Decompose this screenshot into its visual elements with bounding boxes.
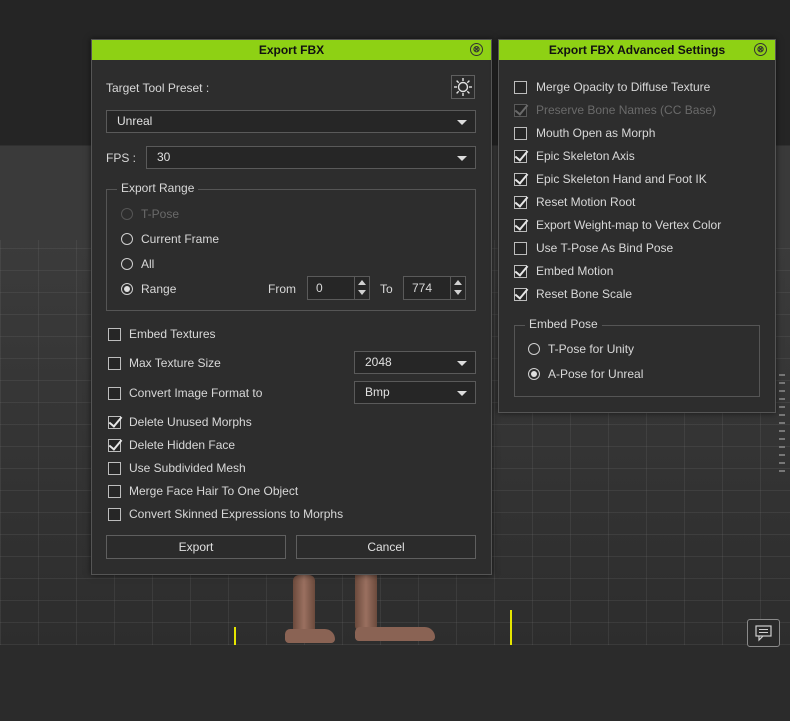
chevron-down-icon[interactable] xyxy=(454,290,462,295)
advanced-option-label: Export Weight-map to Vertex Color xyxy=(536,218,722,232)
radio-range[interactable] xyxy=(121,283,133,295)
chevron-down-icon xyxy=(457,156,467,161)
to-value: 774 xyxy=(412,281,433,295)
advanced-option-checkbox[interactable] xyxy=(514,173,527,186)
to-stepper[interactable] xyxy=(450,277,465,299)
character-feet xyxy=(285,570,435,645)
convert-image-value: Bmp xyxy=(365,385,390,399)
advanced-option-label: Reset Motion Root xyxy=(536,195,636,209)
timeline-marker xyxy=(510,610,512,645)
radio-range-label: Range xyxy=(141,282,177,296)
embed-pose-title: Embed Pose xyxy=(525,317,602,331)
delete-unused-morphs-checkbox[interactable] xyxy=(108,416,121,429)
advanced-option-checkbox[interactable] xyxy=(514,81,527,94)
chevron-up-icon[interactable] xyxy=(454,280,462,285)
delete-unused-morphs-label: Delete Unused Morphs xyxy=(129,415,252,429)
advanced-option-checkbox[interactable] xyxy=(514,242,527,255)
advanced-option-label: Preserve Bone Names (CC Base) xyxy=(536,103,717,117)
advanced-option-checkbox[interactable] xyxy=(514,196,527,209)
cancel-button[interactable]: Cancel xyxy=(296,535,476,559)
radio-a-pose-unreal-label: A-Pose for Unreal xyxy=(548,367,644,381)
convert-image-dropdown[interactable]: Bmp xyxy=(354,381,476,404)
advanced-settings-titlebar: Export FBX Advanced Settings ⊗ xyxy=(499,40,775,60)
dialog-title: Export FBX Advanced Settings xyxy=(548,43,726,57)
export-range-title: Export Range xyxy=(117,181,199,195)
advanced-option-label: Use T-Pose As Bind Pose xyxy=(536,241,674,255)
from-value: 0 xyxy=(316,281,323,295)
chevron-down-icon xyxy=(457,391,467,396)
viewport-side-ruler xyxy=(779,372,785,472)
advanced-option-label: Embed Motion xyxy=(536,264,614,278)
preset-value: Unreal xyxy=(117,114,153,128)
export-fbx-titlebar: Export FBX ⊗ xyxy=(92,40,491,60)
advanced-option-label: Merge Opacity to Diffuse Texture xyxy=(536,80,711,94)
advanced-option-checkbox[interactable] xyxy=(514,150,527,163)
embed-pose-group: Embed Pose T-Pose for Unity A-Pose for U… xyxy=(514,317,760,397)
chevron-down-icon xyxy=(457,361,467,366)
convert-image-checkbox[interactable] xyxy=(108,387,121,400)
merge-face-hair-checkbox[interactable] xyxy=(108,485,121,498)
from-spinbox[interactable]: 0 xyxy=(307,276,370,300)
radio-t-pose xyxy=(121,208,133,220)
to-spinbox[interactable]: 774 xyxy=(403,276,466,300)
chevron-down-icon[interactable] xyxy=(358,290,366,295)
fps-value: 30 xyxy=(157,150,171,164)
radio-t-pose-unity[interactable] xyxy=(528,343,540,355)
from-label: From xyxy=(268,282,296,296)
close-icon[interactable]: ⊗ xyxy=(754,43,767,56)
fps-dropdown[interactable]: 30 xyxy=(146,146,476,169)
advanced-option-checkbox xyxy=(514,104,527,117)
radio-t-pose-label: T-Pose xyxy=(141,207,180,221)
radio-current-frame[interactable] xyxy=(121,233,133,245)
dialog-title: Export FBX xyxy=(258,43,325,57)
max-texture-size-value: 2048 xyxy=(365,355,392,369)
radio-a-pose-unreal[interactable] xyxy=(528,368,540,380)
radio-all-label: All xyxy=(141,257,155,271)
advanced-option-label: Epic Skeleton Hand and Foot IK xyxy=(536,172,707,186)
max-texture-size-label: Max Texture Size xyxy=(129,356,221,370)
comment-icon[interactable] xyxy=(747,619,780,647)
convert-image-label: Convert Image Format to xyxy=(129,386,263,400)
timeline-marker xyxy=(234,627,236,645)
advanced-option-label: Reset Bone Scale xyxy=(536,287,633,301)
to-label: To xyxy=(380,282,393,296)
delete-hidden-face-checkbox[interactable] xyxy=(108,439,121,452)
advanced-option-checkbox[interactable] xyxy=(514,265,527,278)
from-stepper[interactable] xyxy=(354,277,369,299)
preset-dropdown[interactable]: Unreal xyxy=(106,110,476,133)
embed-textures-checkbox[interactable] xyxy=(108,328,121,341)
radio-all[interactable] xyxy=(121,258,133,270)
advanced-option-checkbox[interactable] xyxy=(514,219,527,232)
use-subdivided-mesh-checkbox[interactable] xyxy=(108,462,121,475)
chevron-up-icon[interactable] xyxy=(358,280,366,285)
convert-skinned-checkbox[interactable] xyxy=(108,508,121,521)
target-preset-label: Target Tool Preset : xyxy=(106,81,210,95)
advanced-settings-dialog: Export FBX Advanced Settings ⊗ Embed Pos… xyxy=(498,39,776,413)
merge-face-hair-label: Merge Face Hair To One Object xyxy=(129,484,299,498)
convert-skinned-label: Convert Skinned Expressions to Morphs xyxy=(129,507,344,521)
bottom-panel xyxy=(0,645,790,721)
advanced-option-checkbox[interactable] xyxy=(514,288,527,301)
delete-hidden-face-label: Delete Hidden Face xyxy=(129,438,236,452)
embed-textures-label: Embed Textures xyxy=(129,327,216,341)
advanced-option-checkbox[interactable] xyxy=(514,127,527,140)
export-button[interactable]: Export xyxy=(106,535,286,559)
radio-t-pose-unity-label: T-Pose for Unity xyxy=(548,342,635,356)
use-subdivided-mesh-label: Use Subdivided Mesh xyxy=(129,461,246,475)
export-range-group: Export Range T-Pose Current Frame All Ra… xyxy=(106,181,476,311)
radio-current-frame-label: Current Frame xyxy=(141,232,220,246)
max-texture-size-checkbox[interactable] xyxy=(108,357,121,370)
advanced-option-label: Mouth Open as Morph xyxy=(536,126,656,140)
export-fbx-dialog: Export FBX ⊗ Target Tool Preset : Unreal… xyxy=(91,39,492,575)
max-texture-size-dropdown[interactable]: 2048 xyxy=(354,351,476,374)
chevron-down-icon xyxy=(457,120,467,125)
gear-icon[interactable] xyxy=(451,75,475,99)
fps-label: FPS : xyxy=(106,151,137,165)
advanced-option-label: Epic Skeleton Axis xyxy=(536,149,635,163)
close-icon[interactable]: ⊗ xyxy=(470,43,483,56)
